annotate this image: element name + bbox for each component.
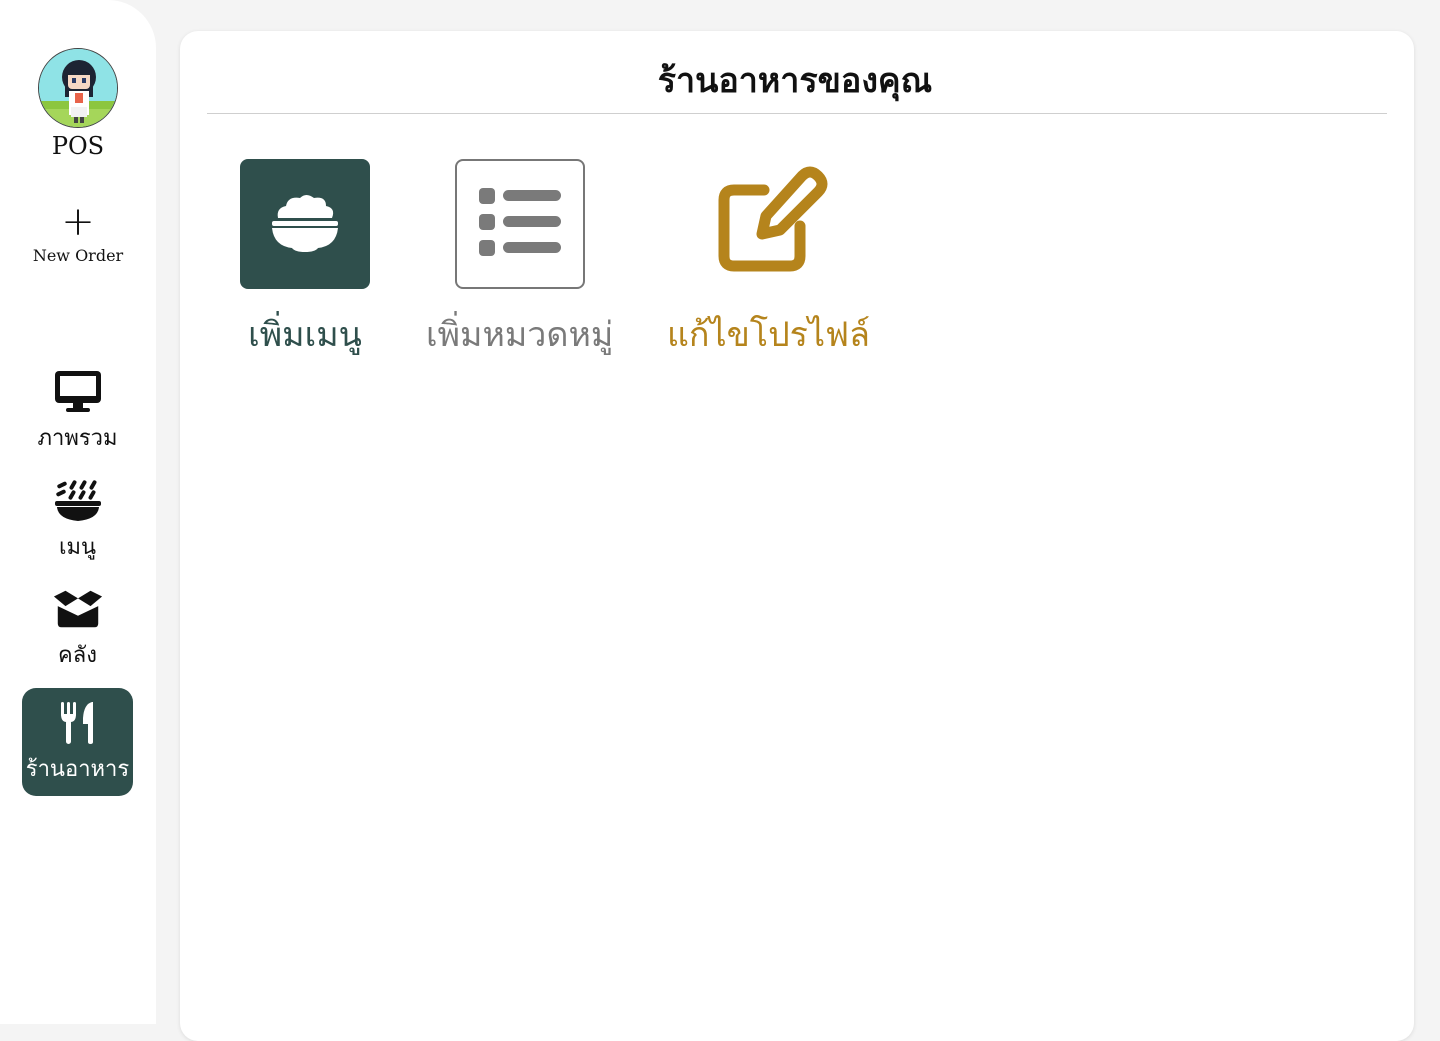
add-menu-label: เพิ่มเมนู	[248, 315, 362, 355]
plus-icon: +	[61, 199, 95, 245]
add-category-tile[interactable]	[454, 159, 585, 289]
sidebar-item-label: คลัง	[58, 642, 97, 668]
list-icon	[478, 188, 561, 260]
add-menu-button[interactable]: เพิ่มเมนู	[240, 159, 370, 361]
sidebar: POS + New Order ภาพรวม เมนู คลัง ร้านอาห…	[0, 0, 156, 1024]
add-category-label: เพิ่มหมวดหมู่	[426, 315, 614, 355]
main-panel: ร้านอาหารของคุณ เพิ่มเมนู เพิ่มหมวดหมู่ …	[180, 31, 1414, 1041]
box-open-icon	[52, 585, 104, 633]
new-order-label: New Order	[32, 246, 124, 265]
sidebar-item-overview[interactable]: ภาพรวม	[22, 357, 133, 465]
sidebar-item-label: ร้านอาหาร	[25, 756, 130, 782]
sidebar-item-menu[interactable]: เมนู	[22, 466, 133, 574]
divider	[207, 113, 1387, 114]
brand-name: POS	[51, 132, 105, 160]
edit-icon	[706, 160, 830, 288]
avatar-image	[39, 49, 117, 127]
sidebar-item-inventory[interactable]: คลัง	[22, 574, 133, 682]
sidebar-item-restaurant[interactable]: ร้านอาหาร	[22, 688, 133, 796]
edit-profile-label: แก้ไขโปรไฟล์	[667, 315, 870, 355]
monitor-icon	[52, 368, 104, 416]
edit-profile-tile[interactable]	[703, 159, 833, 289]
sidebar-item-label: ภาพรวม	[37, 425, 118, 451]
utensils-icon	[52, 699, 104, 747]
add-menu-tile[interactable]	[240, 159, 370, 289]
rice-bowl-icon	[270, 190, 340, 258]
page-title: ร้านอาหารของคุณ	[657, 61, 933, 101]
add-category-button[interactable]: เพิ่มหมวดหมู่	[426, 159, 613, 361]
avatar[interactable]	[38, 48, 118, 128]
edit-profile-button[interactable]: แก้ไขโปรไฟล์	[667, 159, 870, 361]
new-order-button[interactable]: + New Order	[0, 200, 156, 265]
bowl-food-icon	[52, 477, 104, 525]
sidebar-item-label: เมนู	[58, 534, 97, 560]
